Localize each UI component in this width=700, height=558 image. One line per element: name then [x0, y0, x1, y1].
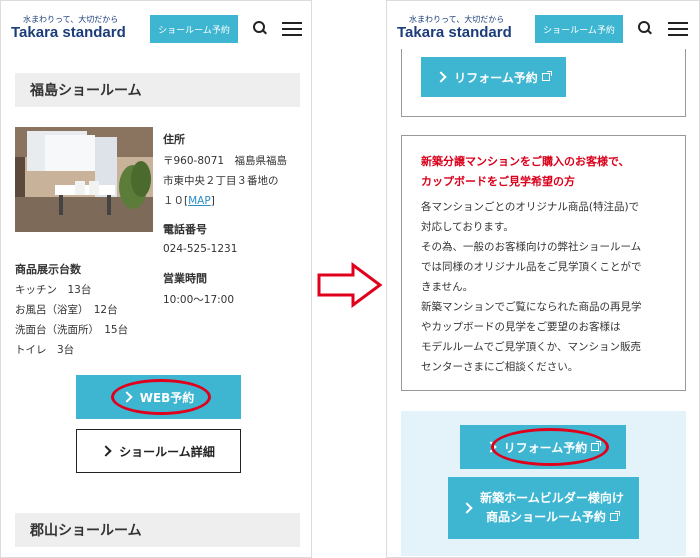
reform-reserve-button[interactable]: リフォーム予約 [460, 425, 626, 469]
chevron-right-icon [485, 441, 497, 453]
mansion-notice-box: 新築分譲マンションをご購入のお客様で、 カップボードをご見学希望の方 各マンショ… [401, 135, 686, 391]
reservation-panel: リフォーム予約 新築ホームビルダー様向け 商品ショールーム予約 [401, 411, 686, 556]
hours-value: 10:00〜17:00 [163, 294, 235, 306]
notice-title-line: カップボードをご見学希望の方 [421, 175, 575, 188]
left-screen: 水まわりって、大切だから Takara standard ショールーム予約 福島… [0, 0, 312, 558]
hamburger-menu-icon[interactable] [668, 22, 688, 36]
external-link-icon [541, 71, 552, 81]
address-line-3: １０[MAP] [163, 195, 215, 207]
notice-title-line: 新築分譲マンションをご購入のお客様で、 [421, 155, 630, 168]
search-icon[interactable] [638, 21, 650, 33]
takara-logo[interactable]: Takara standard [11, 24, 126, 41]
notice-body-line: その為、一般のお客様向けの弊社ショールーム [421, 241, 642, 253]
section-title-fukushima: 福島ショールーム [15, 73, 300, 107]
chevron-right-icon [435, 71, 447, 83]
showroom-reserve-header-button[interactable]: ショールーム予約 [535, 15, 623, 43]
address-label: 住所 [163, 133, 185, 146]
site-header: 水まわりって、大切だから Takara standard ショールーム予約 [1, 1, 311, 55]
display-item: キッチン 13台 [15, 284, 92, 296]
chevron-right-icon [461, 502, 473, 514]
showroom-photo [15, 127, 153, 232]
takara-logo[interactable]: Takara standard [397, 24, 512, 41]
notice-body-line: 対応しております。 [421, 221, 514, 233]
reform-reserve-button-top[interactable]: リフォーム予約 [421, 57, 566, 97]
notice-body-line: 新築マンションでご覧になられた商品の再見学 [421, 301, 642, 313]
notice-body-line: センターさまにご相談ください。 [421, 361, 579, 373]
chevron-right-icon [100, 445, 112, 457]
builder-showroom-reserve-button[interactable]: 新築ホームビルダー様向け 商品ショールーム予約 [448, 477, 639, 539]
phone-label: 電話番号 [163, 223, 207, 236]
display-item: 洗面台（洗面所） 15台 [15, 324, 129, 336]
chevron-right-icon [121, 391, 133, 403]
external-link-icon [609, 511, 620, 521]
site-header: 水まわりって、大切だから Takara standard ショールーム予約 [387, 1, 699, 55]
display-count-label: 商品展示台数 [15, 263, 81, 276]
section-title-koriyama: 郡山ショールーム [15, 513, 300, 547]
notice-body-line: では同様のオリジナル品をご見学頂くことがで [421, 261, 642, 273]
showroom-detail-button[interactable]: ショールーム詳細 [76, 429, 241, 473]
address-line-2: 市東中央２丁目３番地の [163, 175, 279, 187]
builder-button-line: 新築ホームビルダー様向け [480, 490, 624, 505]
transition-arrow-icon [317, 262, 383, 308]
phone-number: 024-525-1231 [163, 243, 238, 255]
notice-body-line: きません。 [421, 281, 474, 293]
web-reserve-button[interactable]: WEB予約 [76, 375, 241, 419]
notice-body-line: 各マンションごとのオリジナル商品(特注品)で [421, 201, 640, 213]
notice-body-line: モデルルームでご見学頂くか、マンション販売 [421, 341, 641, 353]
display-item: お風呂（浴室） 12台 [15, 304, 118, 316]
search-icon[interactable] [253, 21, 265, 33]
reform-card-top: リフォーム予約 [401, 49, 686, 117]
showroom-reserve-header-button[interactable]: ショールーム予約 [150, 15, 238, 43]
hours-label: 営業時間 [163, 272, 207, 285]
external-link-icon [591, 441, 602, 451]
notice-body-line: やカップボードの見学をご要望のお客様は [421, 321, 621, 333]
display-item: トイレ 3台 [15, 344, 75, 356]
map-link[interactable]: MAP [188, 195, 211, 207]
hamburger-menu-icon[interactable] [282, 22, 302, 36]
address-line-1: 〒960-8071 福島県福島 [163, 155, 288, 167]
builder-button-line: 商品ショールーム予約 [486, 508, 620, 527]
right-screen: 水まわりって、大切だから Takara standard ショールーム予約 リフ… [386, 0, 700, 558]
